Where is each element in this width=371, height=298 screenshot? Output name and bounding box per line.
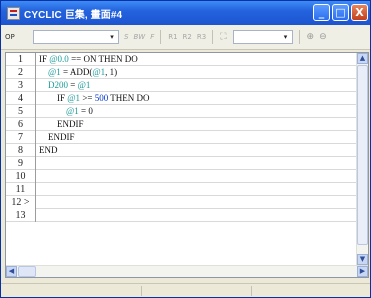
code-editor[interactable]: 1 IF @0.0 == ON THEN DO 2 @1 = ADD(@1, 1) 3…: [5, 52, 369, 278]
code-line[interactable]: 13: [6, 209, 357, 222]
code-token: == ON THEN DO: [68, 54, 138, 64]
style-f-button[interactable]: F: [150, 33, 154, 41]
horizontal-scrollbar[interactable]: ◀ ▶: [6, 265, 368, 277]
toolbar-separator: [160, 30, 162, 44]
code-line[interactable]: 8 END: [6, 144, 357, 157]
code-token: IF: [39, 54, 50, 64]
window-title: CYCLIC 巨集, 畫面#4: [24, 9, 123, 21]
code-line[interactable]: 10: [6, 170, 357, 183]
scroll-up-button[interactable]: ▲: [357, 53, 368, 64]
code-token: IF: [57, 93, 68, 103]
variable-token: @0.0: [49, 54, 69, 64]
code-line[interactable]: 12 >: [6, 196, 357, 209]
line-number: 8: [6, 144, 36, 157]
vertical-scroll-thumb[interactable]: [357, 65, 368, 245]
variable-token: @1: [67, 93, 81, 103]
code-line[interactable]: 5 @1 = 0: [6, 105, 357, 118]
line-number: 9: [6, 157, 36, 170]
variable-token: D200: [48, 80, 68, 90]
status-divider: [251, 286, 252, 296]
line-number: 12 >: [6, 196, 36, 209]
code-text[interactable]: ENDIF: [39, 131, 75, 144]
chevron-down-icon: ▾: [283, 33, 288, 41]
zoom-in-icon[interactable]: ⊕: [307, 32, 315, 42]
variable-token: @1: [77, 80, 91, 90]
app-icon: [7, 6, 20, 20]
code-text[interactable]: @1 = ADD(@1, 1): [39, 66, 117, 79]
status-divider: [141, 286, 142, 296]
paint-tool-icon[interactable]: ⛶: [220, 32, 226, 42]
macro-editor-window: CYCLIC 巨集, 畫面#4 _ □ X OP ▾ S BW F R1 R2 …: [0, 0, 371, 298]
zoom-out-icon[interactable]: ⊖: [319, 32, 327, 42]
line-number: 10: [6, 170, 36, 183]
vertical-scrollbar[interactable]: ▲ ▼: [356, 53, 368, 265]
code-token: ENDIF: [57, 119, 84, 129]
style-bw-button[interactable]: BW: [133, 33, 145, 41]
line-number: 5: [6, 105, 36, 118]
r3-button[interactable]: R3: [197, 33, 206, 41]
code-line[interactable]: 2 @1 = ADD(@1, 1): [6, 66, 357, 79]
toolbar-separator: [298, 30, 300, 44]
line-number: 7: [6, 131, 36, 144]
code-line[interactable]: 11: [6, 183, 357, 196]
editor-toolbar: OP ▾ S BW F R1 R2 R3 ⛶ ▾ ⊕ ⊖: [1, 25, 370, 50]
code-text[interactable]: ENDIF: [39, 118, 84, 131]
code-line[interactable]: 3 D200 = @1: [6, 79, 357, 92]
line-number: 6: [6, 118, 36, 131]
code-token: = ADD(: [60, 67, 93, 77]
line-number: 13: [6, 209, 36, 222]
line-number: 3: [6, 79, 36, 92]
line-number: 4: [6, 92, 36, 105]
code-text[interactable]: END: [39, 144, 58, 157]
code-line[interactable]: 4 IF @1 >= 500 THEN DO: [6, 92, 357, 105]
line-number: 11: [6, 183, 36, 196]
toolbar-separator: [212, 30, 214, 44]
scroll-down-button[interactable]: ▼: [357, 254, 368, 265]
style-s-button[interactable]: S: [124, 33, 128, 41]
line-number: 2: [6, 66, 36, 79]
op-combo[interactable]: ▾: [33, 30, 119, 44]
code-text[interactable]: D200 = @1: [39, 79, 90, 92]
code-line[interactable]: 1 IF @0.0 == ON THEN DO: [6, 53, 357, 66]
r1-button[interactable]: R1: [168, 33, 177, 41]
toolbar-label: OP: [5, 33, 15, 41]
code-lines: 1 IF @0.0 == ON THEN DO 2 @1 = ADD(@1, 1) 3…: [6, 53, 357, 265]
code-text[interactable]: IF @1 >= 500 THEN DO: [39, 92, 150, 105]
tool-combo[interactable]: ▾: [232, 30, 293, 44]
code-token: =: [68, 80, 78, 90]
code-line[interactable]: 9: [6, 157, 357, 170]
code-text[interactable]: @1 = 0: [39, 105, 93, 118]
code-token: = 0: [78, 106, 93, 116]
chevron-down-icon: ▾: [110, 33, 114, 41]
code-token: >=: [80, 93, 95, 103]
r2-button[interactable]: R2: [183, 33, 192, 41]
window-controls: _ □ X: [313, 4, 368, 21]
code-line[interactable]: 7 ENDIF: [6, 131, 357, 144]
number-token: 500: [94, 93, 109, 103]
close-button[interactable]: X: [351, 4, 368, 21]
horizontal-scroll-thumb[interactable]: [18, 266, 36, 277]
code-token: ENDIF: [48, 132, 75, 142]
code-text[interactable]: IF @0.0 == ON THEN DO: [39, 53, 138, 66]
title-bar[interactable]: CYCLIC 巨集, 畫面#4 _ □ X: [1, 1, 370, 25]
maximize-button[interactable]: □: [332, 4, 349, 21]
status-bar: [1, 283, 370, 297]
minimize-button[interactable]: _: [313, 4, 330, 21]
variable-token: @1: [66, 106, 79, 116]
line-number: 1: [6, 53, 36, 66]
variable-token: @1: [92, 67, 106, 77]
variable-token: @1: [48, 67, 61, 77]
scroll-right-button[interactable]: ▶: [357, 266, 368, 277]
code-token: END: [39, 145, 58, 155]
code-line[interactable]: 6 ENDIF: [6, 118, 357, 131]
code-token: THEN DO: [108, 93, 150, 103]
scroll-left-button[interactable]: ◀: [6, 266, 17, 277]
code-token: , 1): [105, 67, 118, 77]
